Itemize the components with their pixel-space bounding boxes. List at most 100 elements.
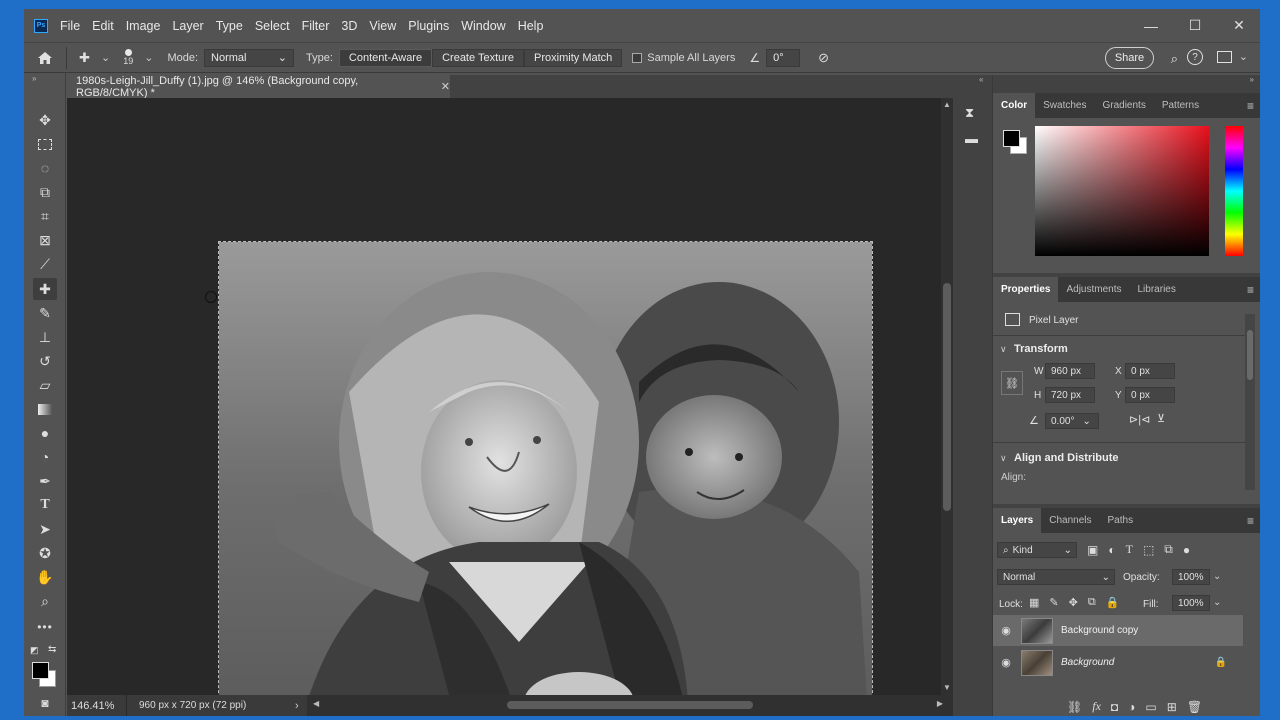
- height-field[interactable]: 720 px: [1045, 387, 1095, 403]
- properties-scrollbar[interactable]: [1245, 314, 1255, 490]
- frame-tool-icon[interactable]: ⊠: [33, 229, 57, 251]
- section-chevron-icon[interactable]: ∨: [1000, 344, 1007, 355]
- brush-size-picker[interactable]: 19: [118, 49, 138, 66]
- layer-row-background[interactable]: ◉ Background 🔒: [993, 647, 1243, 678]
- blend-mode-select[interactable]: Normal ⌄: [997, 569, 1115, 585]
- collapse-icon[interactable]: «: [979, 75, 983, 84]
- chevron-down-icon[interactable]: ⌄: [1213, 597, 1221, 608]
- layer-name[interactable]: Background: [1061, 657, 1114, 668]
- tab-gradients[interactable]: Gradients: [1094, 93, 1153, 118]
- proximity-match-button[interactable]: Proximity Match: [524, 48, 623, 67]
- canvas-area[interactable]: [67, 98, 941, 716]
- vertical-scrollbar[interactable]: ▲ ▼: [941, 98, 953, 695]
- new-layer-icon[interactable]: ⊞: [1167, 700, 1177, 714]
- flip-vertical-icon[interactable]: ⊻: [1157, 412, 1165, 425]
- brush-tool-icon[interactable]: ✎: [33, 302, 57, 324]
- path-selection-tool-icon[interactable]: ➤: [33, 518, 57, 540]
- zoom-tool-icon[interactable]: ⌕: [33, 590, 57, 612]
- kind-filter-select[interactable]: ⌕ Kind ⌄: [997, 542, 1077, 558]
- crop-tool-icon[interactable]: ⌗: [33, 205, 57, 227]
- menu-type[interactable]: Type: [216, 19, 243, 33]
- comments-panel-icon[interactable]: ▬: [965, 131, 978, 146]
- tab-patterns[interactable]: Patterns: [1154, 93, 1207, 118]
- edit-toolbar-icon[interactable]: •••: [33, 616, 57, 638]
- smart-object-filter-icon[interactable]: ⧉: [1164, 542, 1173, 557]
- panel-menu-icon[interactable]: ≡: [1247, 99, 1254, 113]
- scroll-down-icon[interactable]: ▼: [943, 683, 951, 692]
- menu-3d[interactable]: 3D: [341, 19, 357, 33]
- properties-scroll-thumb[interactable]: [1247, 330, 1253, 380]
- minimize-icon[interactable]: —: [1129, 9, 1173, 42]
- pressure-size-icon[interactable]: ⊘: [818, 50, 829, 66]
- layer-row-background-copy[interactable]: ◉ Background copy: [993, 615, 1243, 646]
- lock-artboard-icon[interactable]: ⧉: [1088, 596, 1096, 609]
- blur-tool-icon[interactable]: ●: [33, 422, 57, 444]
- layer-name[interactable]: Background copy: [1061, 625, 1138, 636]
- history-brush-tool-icon[interactable]: ↺: [33, 350, 57, 372]
- clone-stamp-tool-icon[interactable]: ⊥: [33, 326, 57, 348]
- tab-layers[interactable]: Layers: [993, 508, 1042, 533]
- content-aware-button[interactable]: Content-Aware: [338, 48, 433, 67]
- add-mask-icon[interactable]: ◘: [1111, 700, 1118, 714]
- vertical-scroll-thumb[interactable]: [943, 283, 951, 511]
- lock-image-icon[interactable]: ✎: [1049, 596, 1058, 609]
- spot-healing-brush-tool-icon[interactable]: ✚: [33, 278, 57, 300]
- flip-horizontal-icon[interactable]: ⊳|⊲: [1129, 413, 1150, 426]
- help-icon[interactable]: ?: [1187, 49, 1203, 65]
- lasso-tool-icon[interactable]: ◌: [33, 157, 57, 179]
- adjustment-layer-icon[interactable]: ◑: [1128, 700, 1135, 714]
- menu-file[interactable]: File: [60, 19, 80, 33]
- workspace-icon[interactable]: [1217, 51, 1232, 63]
- eyedropper-tool-icon[interactable]: ⟋: [33, 253, 57, 275]
- fx-icon[interactable]: fx: [1092, 699, 1101, 714]
- scroll-left-icon[interactable]: ◀: [313, 699, 319, 708]
- zoom-level[interactable]: 146.41%: [67, 695, 127, 716]
- tab-channels[interactable]: Channels: [1041, 508, 1099, 533]
- collapse-icon[interactable]: »: [32, 74, 36, 83]
- menu-select[interactable]: Select: [255, 19, 290, 33]
- tab-libraries[interactable]: Libraries: [1130, 277, 1184, 302]
- visibility-eye-icon[interactable]: ◉: [995, 656, 1017, 669]
- horizontal-scroll-thumb[interactable]: [507, 701, 753, 709]
- menu-view[interactable]: View: [369, 19, 396, 33]
- chevron-down-icon[interactable]: ⌄: [101, 51, 110, 64]
- document-photo[interactable]: [218, 241, 873, 716]
- default-colors-icon[interactable]: ◩: [30, 645, 39, 656]
- eraser-tool-icon[interactable]: ▱: [33, 374, 57, 396]
- menu-edit[interactable]: Edit: [92, 19, 114, 33]
- menu-window[interactable]: Window: [461, 19, 505, 33]
- maximize-icon[interactable]: ☐: [1173, 9, 1217, 42]
- dodge-tool-icon[interactable]: ◔: [33, 446, 57, 468]
- close-tab-icon[interactable]: ✕: [441, 80, 450, 93]
- mode-select[interactable]: Normal ⌄: [204, 48, 295, 67]
- width-field[interactable]: 960 px: [1045, 363, 1095, 379]
- menu-plugins[interactable]: Plugins: [408, 19, 449, 33]
- fill-field[interactable]: 100%: [1172, 595, 1210, 611]
- move-tool-icon[interactable]: ✥: [33, 109, 57, 131]
- x-field[interactable]: 0 px: [1125, 363, 1175, 379]
- gradient-tool-icon[interactable]: [33, 398, 57, 420]
- tab-adjustments[interactable]: Adjustments: [1058, 277, 1129, 302]
- delete-layer-icon[interactable]: 🗑: [1187, 700, 1202, 714]
- quick-mask-icon[interactable]: ◙: [33, 692, 57, 714]
- chevron-down-icon[interactable]: ⌄: [1239, 50, 1248, 63]
- scroll-up-icon[interactable]: ▲: [943, 100, 951, 109]
- section-chevron-icon[interactable]: ∨: [1000, 453, 1007, 464]
- pixel-filter-icon[interactable]: ▣: [1087, 543, 1098, 557]
- swap-colors-icon[interactable]: ⇆: [48, 644, 56, 655]
- menu-image[interactable]: Image: [126, 19, 161, 33]
- document-tab[interactable]: 1980s-Leigh-Jill_Duffy (1).jpg @ 146% (B…: [67, 75, 450, 99]
- home-icon[interactable]: [24, 51, 66, 65]
- tab-color[interactable]: Color: [993, 93, 1036, 118]
- filter-toggle-icon[interactable]: ●: [1183, 543, 1190, 557]
- sample-all-layers-checkbox[interactable]: [632, 52, 643, 63]
- spot-healing-tool-preset-icon[interactable]: ✚: [79, 50, 99, 66]
- history-panel-icon[interactable]: ⧗: [965, 105, 974, 121]
- object-selection-tool-icon[interactable]: ⧉: [33, 181, 57, 203]
- horizontal-scrollbar[interactable]: ◀ ▶: [307, 695, 953, 716]
- adjustment-filter-icon[interactable]: ◐: [1108, 543, 1115, 557]
- type-filter-icon[interactable]: T: [1126, 542, 1133, 557]
- link-dimensions-icon[interactable]: ⛓: [1001, 371, 1023, 395]
- link-layers-icon[interactable]: ⛓: [1067, 700, 1082, 714]
- custom-shape-tool-icon[interactable]: ✪: [33, 542, 57, 564]
